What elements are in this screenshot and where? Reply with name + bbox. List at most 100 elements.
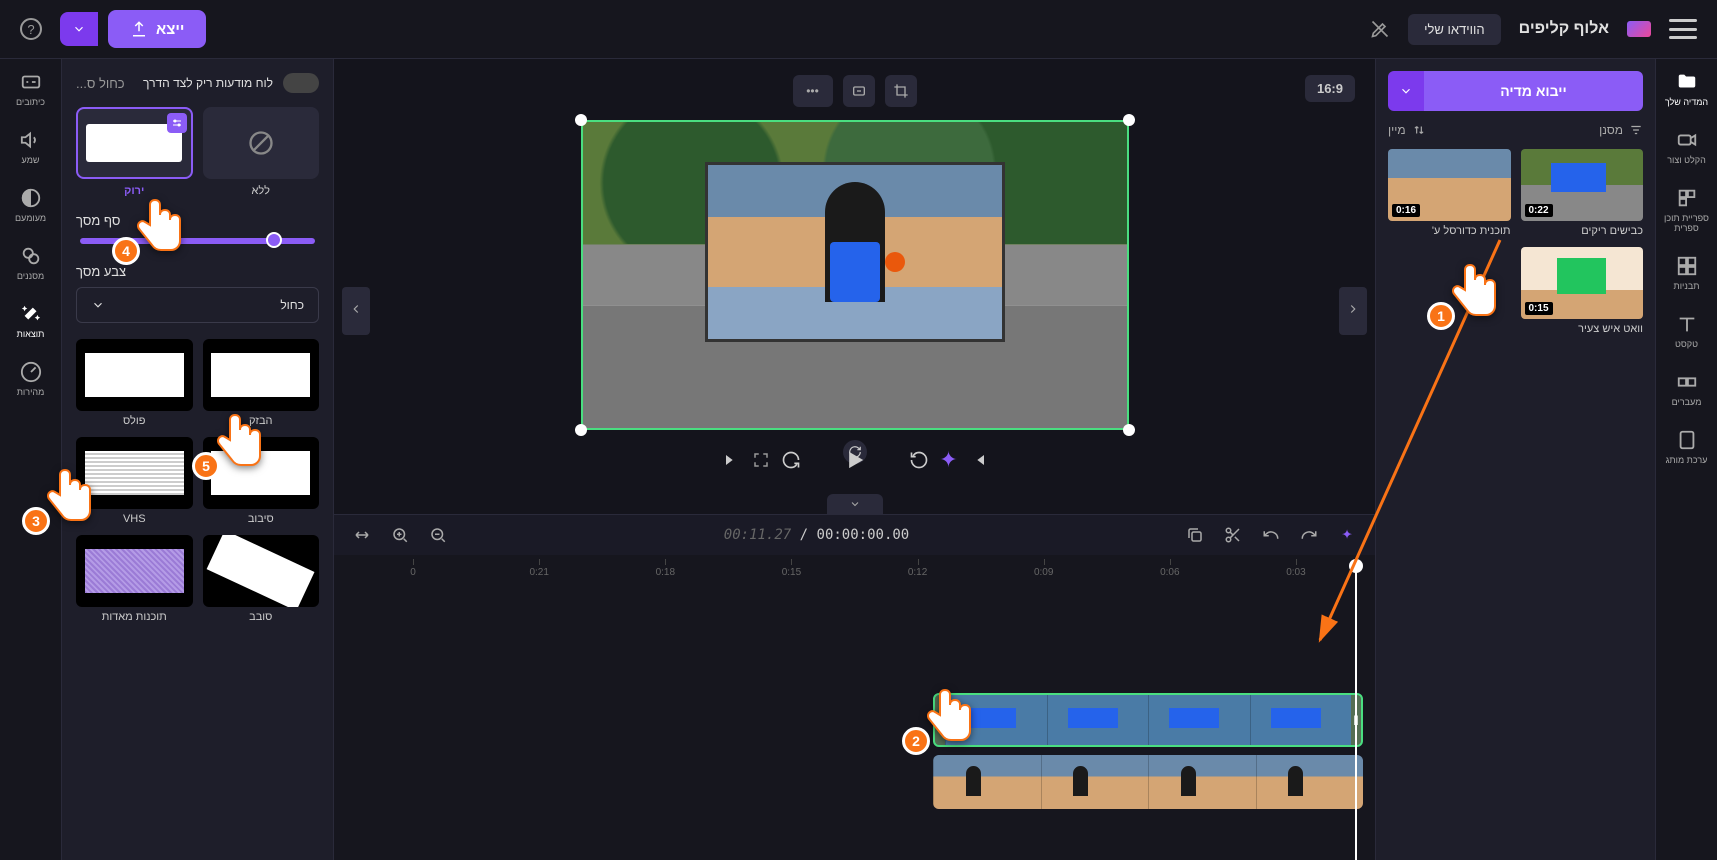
timeline[interactable]: 0:03 0:06 0:09 0:12 0:15 0:18 0:21 0 || … [334,555,1375,860]
time-ruler[interactable]: 0:03 0:06 0:09 0:12 0:15 0:18 0:21 0 [350,555,1359,585]
my-video-button[interactable]: הווידאו שלי [1408,14,1500,45]
nav-text[interactable]: טקסט [1675,313,1698,349]
export-button[interactable]: ייצא [108,10,206,48]
chevron-right-icon [1346,302,1360,316]
threshold-slider[interactable] [80,238,315,244]
skip-forward-icon [721,450,741,470]
greenscreen-green-tile[interactable] [76,107,193,179]
more-button[interactable]: ••• [793,75,833,107]
fit-button[interactable] [843,75,875,107]
nav-effects[interactable]: תוצאות [17,303,45,339]
import-caret-button[interactable] [1388,71,1424,111]
greenscreen-none-tile[interactable] [203,107,320,179]
none-icon [247,129,275,157]
split-button[interactable] [1221,523,1245,547]
timeline-expand-tab[interactable] [827,494,883,514]
zoom-in-icon [391,526,409,544]
effects-panel: לוח מודעות ריק לצד הדרך כחול ס... ללא יר… [62,59,334,860]
fit-icon [851,83,867,99]
nav-audio[interactable]: שמע [20,129,42,165]
aspect-ratio-chip[interactable]: 16:9 [1305,75,1355,102]
sort-button[interactable]: מיין [1388,123,1426,137]
effect-tile[interactable]: הבזק [203,339,320,427]
zoom-in-button[interactable] [388,523,412,547]
fullscreen-icon [752,451,770,469]
duplicate-button[interactable] [1183,523,1207,547]
clip-handle[interactable]: || [935,695,945,745]
skip-start-button[interactable] [965,446,993,474]
undo-button[interactable] [1259,523,1283,547]
nav-captions[interactable]: כיתובים [16,71,45,107]
nav-speed[interactable]: מהירות [17,361,45,397]
crop-button[interactable] [885,75,917,107]
timeline-clip-base[interactable] [933,755,1363,809]
preview-next-button[interactable] [1339,287,1367,335]
filters-icon [20,245,42,267]
nav-record[interactable]: הקלט וצור [1667,129,1706,165]
fit-timeline-button[interactable] [350,523,374,547]
nav-my-media[interactable]: המדיה שלך [1665,71,1708,107]
menu-icon[interactable] [1669,19,1697,39]
right-nav-rail: המדיה שלך הקלט וצור ספריית תוכן ספרית תב… [1655,59,1717,860]
filter-button[interactable]: מסנן [1599,123,1643,137]
media-panel: ייבוא מדיה מסנן מיין [1375,59,1655,860]
forward-button[interactable] [777,446,805,474]
timeline-clip-overlay[interactable]: || 🔊 || [933,693,1363,747]
undo-icon [1262,526,1280,544]
import-media-button[interactable]: ייבוא מדיה [1424,71,1643,111]
nav-templates[interactable]: תבניות [1674,255,1700,291]
duration-badge: 0:22 [1525,204,1553,217]
nav-transitions[interactable]: מעברים [1672,371,1702,407]
nav-library[interactable]: ספריית תוכן ספרית [1656,187,1717,233]
text-icon [1676,313,1698,335]
screen-color-select[interactable]: כחול [76,287,319,323]
timecode: 00:00:00.00 / 00:11.27 [724,527,909,543]
top-bar: אלוף קליפים הווידאו שלי ייצא ? [0,0,1717,59]
resize-handle[interactable] [575,114,587,126]
effect-toggle[interactable] [283,73,319,93]
timeline-toolbar: ✦ 00:00:00.00 / 00:11.27 [334,514,1375,555]
preview-prev-button[interactable] [342,287,370,335]
fullscreen-button[interactable] [747,446,775,474]
effect-tile[interactable]: VHS [76,437,193,525]
settings-icon[interactable] [167,113,187,133]
nav-fade[interactable]: מעומעם [15,187,46,223]
playhead[interactable] [1355,563,1357,860]
redo-button[interactable] [1297,523,1321,547]
export-caret-button[interactable] [60,12,98,46]
effect-tile[interactable]: סובב [203,535,320,623]
center-area: ••• 16:9 [334,59,1375,860]
help-icon[interactable]: ? [20,18,42,40]
app-title: אלוף קליפים [1519,20,1609,38]
effect-tile[interactable]: פולס [76,339,193,427]
preview-canvas-wrapper[interactable] [581,120,1129,430]
ai-button[interactable]: ✦ [1335,523,1359,547]
zoom-out-icon [429,526,447,544]
media-item[interactable]: 0:15 וואט איש צעיר [1521,247,1644,335]
play-button[interactable] [837,442,873,478]
nav-brand[interactable]: ערכת מותג [1666,429,1708,465]
rewind-button[interactable] [905,446,933,474]
transport-controls: ✦ [717,430,993,498]
media-item[interactable]: 0:16 תוכנית כדורסל ע' [1388,149,1511,237]
resize-handle[interactable] [575,424,587,436]
zoom-out-button[interactable] [426,523,450,547]
duration-badge: 0:16 [1392,204,1420,217]
play-icon [841,446,869,474]
app-logo [1627,21,1651,37]
ai-sparkle-button[interactable]: ✦ [935,446,963,474]
nav-filters[interactable]: מסננים [17,245,44,281]
skip-end-button[interactable] [717,446,745,474]
media-item[interactable]: 0:22 כבישים ריקים [1521,149,1644,237]
left-nav-rail: כיתובים שמע מעומעם מסננים תוצאות מהירות [0,59,62,860]
resize-handle[interactable] [1123,424,1135,436]
filter-icon [1629,123,1643,137]
effect-tile[interactable]: תוכנות מאדות [76,535,193,623]
resize-handle[interactable] [1123,114,1135,126]
rewind-icon [909,450,929,470]
copy-icon [1186,526,1204,544]
pen-slash-icon[interactable] [1370,19,1390,39]
slider-thumb[interactable] [266,232,282,248]
effect-tile[interactable]: סיבוב [203,437,320,525]
sort-icon [1412,123,1426,137]
